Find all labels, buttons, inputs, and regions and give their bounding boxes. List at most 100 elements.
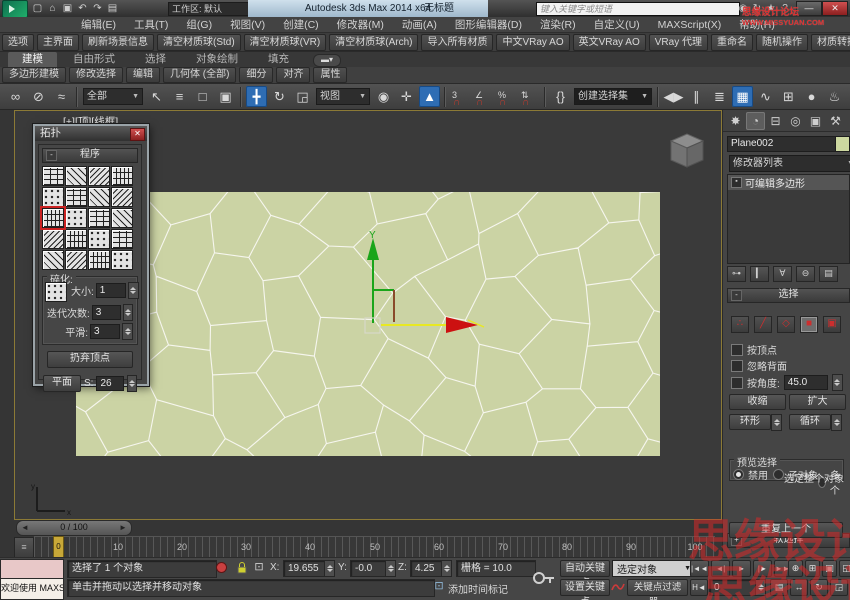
menu-item-7[interactable]: 图形编辑器(D)	[446, 17, 531, 33]
select-and-link-icon[interactable]: ∞	[5, 86, 26, 107]
menu-item-3[interactable]: 视图(V)	[221, 17, 274, 33]
select-and-rotate-icon[interactable]: ↻	[269, 86, 290, 107]
script-button-7[interactable]: 中文VRay AO	[496, 34, 569, 51]
menu-item-9[interactable]: 自定义(U)	[585, 17, 649, 33]
frame-spinner[interactable]	[755, 579, 766, 596]
ribbon-panel-5[interactable]: 对齐	[276, 67, 310, 83]
save-file-icon[interactable]: ▣	[60, 2, 75, 15]
loop-spinner[interactable]	[831, 414, 842, 431]
select-and-manipulate-icon[interactable]: ✛	[396, 86, 417, 107]
schematic-view-icon[interactable]: ⊞	[778, 86, 799, 107]
smooth-field[interactable]: 3	[90, 324, 120, 339]
pattern-shards[interactable]	[65, 187, 87, 207]
use-pivot-point-icon[interactable]: ◉	[373, 86, 394, 107]
ring-button[interactable]: 环形	[729, 414, 771, 430]
viewcube-icon[interactable]	[657, 129, 711, 175]
rectangular-selection-region-icon[interactable]: □	[192, 86, 213, 107]
pattern-steps[interactable]	[65, 250, 87, 270]
menu-item-0[interactable]: 编辑(E)	[72, 17, 125, 33]
move-gizmo[interactable]: Y	[318, 230, 488, 390]
iterations-spinner[interactable]	[123, 304, 133, 321]
spinner-snap-icon[interactable]: ⇅∩	[519, 86, 540, 107]
tab-create[interactable]: ✸	[726, 112, 745, 130]
script-button-9[interactable]: VRay 代理	[649, 34, 708, 51]
reference-coordinate-combo[interactable]: 视图▼	[316, 88, 370, 105]
s-spinner[interactable]	[127, 375, 137, 392]
tab-display[interactable]: ▣	[806, 112, 825, 130]
orbit-icon[interactable]: ↻	[810, 579, 828, 596]
script-button-2[interactable]: 刷新场景信息	[82, 34, 154, 51]
add-time-tag[interactable]: 添加时间标记	[448, 581, 508, 596]
key-step-icon[interactable]: H◄	[690, 579, 708, 596]
stack-item-editable-poly[interactable]: ▪ 可编辑多边形	[728, 175, 849, 190]
go-to-start-icon[interactable]: |◄◄	[690, 560, 709, 577]
ribbon-tab-3[interactable]: 对象绘制	[182, 52, 252, 67]
tab-utilities[interactable]: ⚒	[826, 112, 845, 130]
time-slider[interactable]: ◄ 0 / 100 ►	[16, 520, 132, 536]
current-frame-marker[interactable]: 0	[53, 536, 64, 559]
fracture-pattern-button[interactable]	[45, 282, 67, 302]
select-and-scale-icon[interactable]: ◲	[292, 86, 313, 107]
application-menu-logo[interactable]	[2, 0, 28, 18]
ignore-backfacing-checkbox[interactable]: 忽略背面	[731, 358, 787, 373]
unlink-selection-icon[interactable]: ⊘	[28, 86, 49, 107]
pin-stack-icon[interactable]: ⊶	[727, 266, 746, 282]
pattern-planks[interactable]	[88, 166, 110, 186]
key-filters-button[interactable]: 关键点过滤器...	[627, 579, 688, 596]
by-angle-checkbox[interactable]: 按角度: 45.0	[731, 374, 843, 391]
isolate-selection-icon[interactable]	[216, 562, 227, 573]
time-slider-next-icon[interactable]: ►	[116, 521, 130, 534]
script-button-3[interactable]: 清空材质球(Std)	[157, 34, 241, 51]
align-icon[interactable]: ∥	[686, 86, 707, 107]
maximize-viewport-toggle-icon[interactable]: ◲	[830, 579, 848, 596]
percent-snap-icon[interactable]: %∩	[496, 86, 517, 107]
subobject-expand-icon[interactable]: ▪	[731, 177, 742, 188]
select-and-move-icon[interactable]: ╋	[246, 86, 267, 107]
layer-manager-icon[interactable]: ≣	[709, 86, 730, 107]
named-selection-set-combo[interactable]: 创建选择集▼	[574, 88, 652, 105]
size-spinner[interactable]	[128, 282, 139, 299]
script-button-5[interactable]: 清空材质球(Arch)	[329, 34, 418, 51]
menu-item-5[interactable]: 修改器(M)	[328, 17, 393, 33]
ribbon-panel-1[interactable]: 修改选择	[69, 67, 123, 83]
edge-mode-icon[interactable]: ╱	[754, 316, 772, 333]
ribbon-tab-0[interactable]: 建模	[8, 52, 57, 67]
project-folder-icon[interactable]: ▤	[105, 2, 120, 15]
ribbon-panel-0[interactable]: 多边形建模	[2, 67, 66, 83]
script-button-6[interactable]: 导入所有材质	[421, 34, 493, 51]
pattern-panels[interactable]	[111, 208, 133, 228]
s-field[interactable]: 26	[96, 376, 124, 391]
collapse-icon[interactable]: -	[46, 150, 57, 161]
show-end-result-icon[interactable]: ▎	[750, 266, 769, 282]
maxscript-mini-listener[interactable]: 欢迎使用 MAXScript	[0, 578, 64, 600]
polygon-mode-icon[interactable]: ■	[800, 316, 818, 333]
curve-editor-icon[interactable]: ∿	[755, 86, 776, 107]
menu-item-2[interactable]: 组(G)	[177, 17, 221, 33]
select-by-name-icon[interactable]: ≡	[169, 86, 190, 107]
y-spinner[interactable]	[385, 560, 396, 577]
snap-toggle-3d-icon[interactable]: 3∩	[450, 86, 471, 107]
pattern-cells[interactable]	[65, 208, 87, 228]
pattern-floral[interactable]	[88, 229, 110, 249]
ribbon-tab-2[interactable]: 选择	[131, 52, 180, 67]
plane-object-voronoi-mesh[interactable]: Y	[76, 192, 660, 456]
script-button-10[interactable]: 重命名	[711, 34, 753, 51]
pattern-mosaic[interactable]	[111, 229, 133, 249]
bind-to-space-warp-icon[interactable]: ≈	[51, 86, 72, 107]
pattern-lattice[interactable]	[111, 187, 133, 207]
rollout-procedurals[interactable]: - 程序	[42, 148, 138, 163]
pattern-rails[interactable]	[88, 250, 110, 270]
x-spinner[interactable]	[324, 560, 335, 577]
set-key-big-button[interactable]	[532, 561, 556, 595]
remove-modifier-icon[interactable]: ⊖	[796, 266, 815, 282]
redo-icon[interactable]: ↷	[90, 2, 105, 15]
script-button-11[interactable]: 随机操作	[756, 34, 808, 51]
angle-field[interactable]: 45.0	[784, 375, 828, 390]
object-name-field[interactable]: Plane002	[727, 136, 839, 152]
next-frame-icon[interactable]: |►	[753, 560, 772, 577]
script-button-1[interactable]: 主界面	[37, 34, 79, 51]
iterations-field[interactable]: 3	[92, 305, 121, 320]
make-unique-icon[interactable]: ∀	[773, 266, 792, 282]
pattern-bricks[interactable]	[42, 166, 64, 186]
zoom-extents-all-icon[interactable]: ◱	[839, 560, 850, 577]
